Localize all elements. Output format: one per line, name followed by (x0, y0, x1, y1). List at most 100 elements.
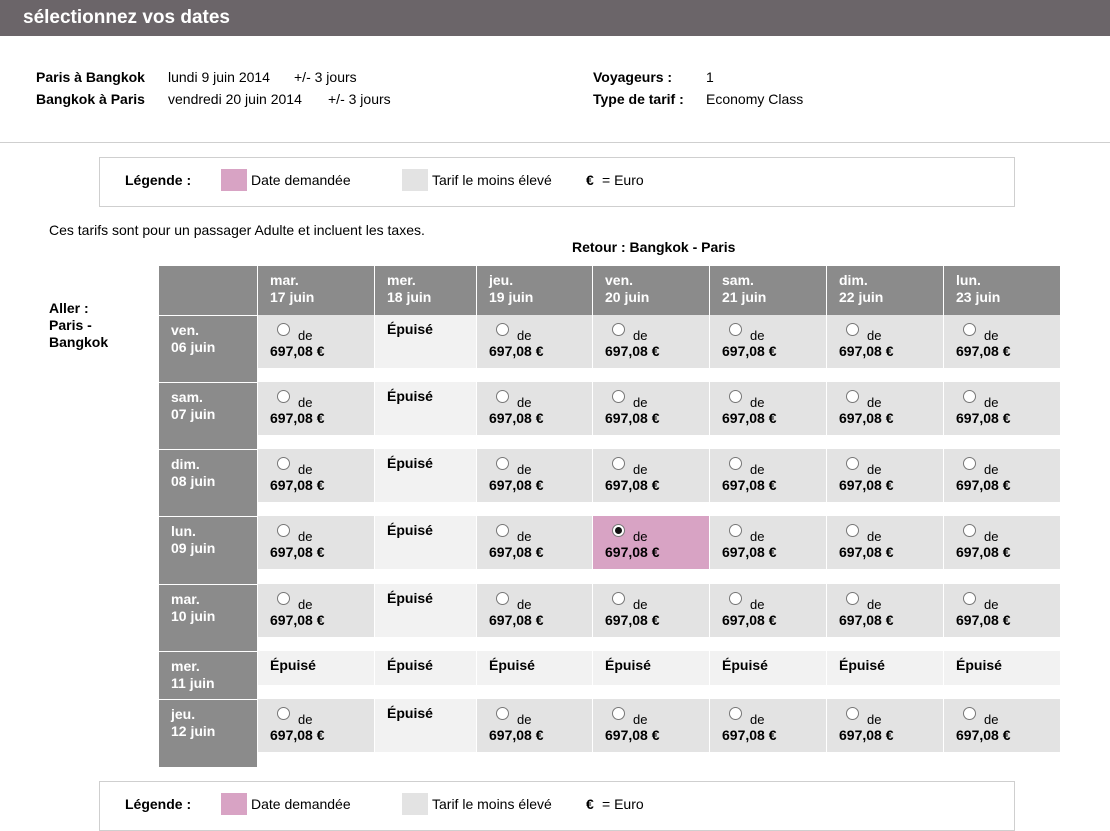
fare-radio[interactable] (496, 457, 509, 470)
fare-radio[interactable] (612, 707, 625, 720)
fare-radio[interactable] (846, 524, 859, 537)
fare-cell[interactable]: de 697,08 € (592, 449, 709, 516)
fare-cell[interactable]: de 697,08 € (826, 699, 943, 767)
fare-cell[interactable]: de 697,08 € (592, 382, 709, 449)
cell-background (710, 449, 826, 502)
fare-cell[interactable]: de 697,08 € (709, 584, 826, 651)
fare-cell[interactable]: de 697,08 € (592, 584, 709, 651)
fare-cell[interactable]: de 697,08 € (826, 516, 943, 584)
fare-cell[interactable]: de 697,08 € (257, 449, 374, 516)
fare-radio[interactable] (612, 457, 625, 470)
fare-cell[interactable]: de 697,08 € (476, 699, 592, 767)
column-header: sam. 21 juin (709, 266, 826, 315)
fare-cell[interactable]: de 697,08 € (709, 516, 826, 584)
fare-radio[interactable] (729, 592, 742, 605)
cell-background (827, 449, 943, 502)
grid-corner (159, 266, 257, 315)
soldout-cell: Épuisé (826, 651, 943, 699)
fare-radio[interactable] (963, 323, 976, 336)
fare-cell[interactable]: de 697,08 € (943, 516, 1060, 584)
fare-radio[interactable] (963, 390, 976, 403)
fare-price: 697,08 € (489, 410, 544, 426)
fare-radio[interactable] (277, 323, 290, 336)
fare-radio[interactable] (963, 707, 976, 720)
fare-cell[interactable]: de 697,08 € (476, 516, 592, 584)
fare-cell[interactable]: de 697,08 € (943, 382, 1060, 449)
fare-cell[interactable]: de 697,08 € (709, 382, 826, 449)
fare-cell[interactable]: de 697,08 € (943, 315, 1060, 382)
fare-radio[interactable] (729, 707, 742, 720)
fare-cell[interactable]: de 697,08 € (943, 584, 1060, 651)
fare-cell[interactable]: de 697,08 € (476, 449, 592, 516)
fare-price: 697,08 € (722, 410, 777, 426)
fare-cell[interactable]: de 697,08 € (826, 382, 943, 449)
fare-cell[interactable]: de 697,08 € (257, 584, 374, 651)
fare-radio[interactable] (496, 592, 509, 605)
column-header: jeu. 19 juin (476, 266, 592, 315)
row-day: mar. (171, 591, 200, 607)
cell-background (477, 584, 592, 637)
fare-cell[interactable]: de 697,08 € (709, 315, 826, 382)
fare-radio[interactable] (729, 524, 742, 537)
fare-radio[interactable] (277, 707, 290, 720)
fare-radio[interactable] (496, 524, 509, 537)
fare-cell[interactable]: de 697,08 € (826, 584, 943, 651)
fare-radio[interactable] (846, 457, 859, 470)
fare-radio[interactable] (277, 390, 290, 403)
travelers-value: 1 (706, 69, 714, 85)
soldout-cell: Épuisé (374, 382, 476, 449)
fare-radio[interactable] (496, 390, 509, 403)
fare-price: 697,08 € (722, 477, 777, 493)
fare-cell[interactable]: de 697,08 € (826, 449, 943, 516)
fare-cell[interactable]: de 697,08 € (476, 315, 592, 382)
fare-radio[interactable] (277, 592, 290, 605)
fare-radio[interactable] (612, 390, 625, 403)
fare-radio[interactable] (729, 457, 742, 470)
fare-radio[interactable] (846, 390, 859, 403)
fare-type-label: Type de tarif : (593, 91, 684, 107)
fare-radio[interactable] (729, 390, 742, 403)
fare-radio[interactable] (846, 707, 859, 720)
fare-cell[interactable]: de 697,08 € (709, 449, 826, 516)
fare-radio[interactable] (277, 524, 290, 537)
fare-cell[interactable]: de 697,08 € (943, 699, 1060, 767)
column-day: lun. (956, 272, 981, 288)
fare-cell[interactable]: de 697,08 € (257, 699, 374, 767)
soldout-cell: Épuisé (943, 651, 1060, 699)
fare-radio[interactable] (963, 457, 976, 470)
fare-cell[interactable]: de 697,08 € (709, 699, 826, 767)
fare-cell[interactable]: de 697,08 € (476, 584, 592, 651)
fare-cell[interactable]: de 697,08 € (826, 315, 943, 382)
column-date: 23 juin (956, 289, 1001, 305)
fare-cell[interactable]: de 697,08 € (592, 699, 709, 767)
legend-lowest-label: Tarif le moins élevé (432, 172, 552, 188)
fare-cell[interactable]: de 697,08 € (476, 382, 592, 449)
fare-cell[interactable]: de 697,08 € (257, 516, 374, 584)
fare-radio[interactable] (963, 592, 976, 605)
fare-radio[interactable] (612, 592, 625, 605)
fare-cell[interactable]: de 697,08 € (592, 315, 709, 382)
legend-top: Légende : Date demandée Tarif le moins é… (99, 157, 1015, 207)
fare-radio[interactable] (612, 524, 625, 537)
fare-radio[interactable] (496, 707, 509, 720)
fare-cell[interactable]: de 697,08 € (257, 382, 374, 449)
fare-cell[interactable]: de 697,08 € (943, 449, 1060, 516)
divider (0, 142, 1110, 143)
fare-cell[interactable]: de 697,08 € (257, 315, 374, 382)
fare-radio[interactable] (729, 323, 742, 336)
fare-radio[interactable] (496, 323, 509, 336)
fare-radio[interactable] (846, 323, 859, 336)
fare-radio[interactable] (846, 592, 859, 605)
cell-background (258, 516, 374, 569)
fare-radio[interactable] (277, 457, 290, 470)
fare-radio[interactable] (612, 323, 625, 336)
fare-cell[interactable]: de 697,08 € (592, 516, 709, 584)
fare-from-label: de (517, 462, 532, 477)
fare-from-label: de (984, 597, 999, 612)
cell-background (477, 449, 592, 502)
fare-price: 697,08 € (839, 544, 894, 560)
fare-radio[interactable] (963, 524, 976, 537)
soldout-label: Épuisé (387, 522, 433, 538)
column-date: 18 juin (387, 289, 432, 305)
fare-price: 697,08 € (605, 477, 660, 493)
